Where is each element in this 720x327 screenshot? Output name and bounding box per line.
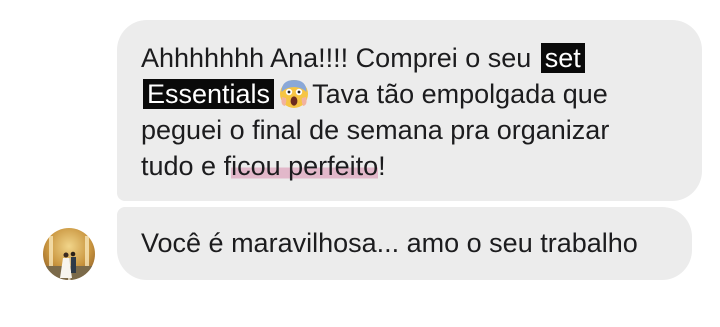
message-bubble-1[interactable]: Ahhhhhhh Ana!!!! Comprei o seu set Essen…	[117, 20, 702, 201]
message-line-3: peguei o final de semana pra organizar	[141, 115, 610, 145]
message-line-1: Ahhhhhhh Ana!!!! Comprei o seu set	[141, 40, 680, 76]
message-text: tudo e f	[141, 151, 232, 181]
message-line-2: Essentials Tava tão empolgada que	[141, 76, 680, 112]
message-bubble-2[interactable]: Você é maravilhosa... amo o seu trabalho	[117, 207, 692, 280]
message-text: Ahhhhhhh Ana!!!! Comprei o seu	[141, 43, 532, 73]
message-text: Você é maravilhosa... amo o seu trabalho	[141, 228, 638, 258]
message-line-4: tudo e ficou perfeito!	[141, 148, 680, 184]
message-text: !	[378, 151, 386, 181]
redacted-text: Essentials	[143, 79, 275, 109]
highlighted-text: icou perfeito	[231, 151, 379, 181]
redacted-text: set	[540, 43, 585, 73]
message-text: Tava tão empolgada que	[312, 79, 608, 109]
wedding-photo-avatar[interactable]	[43, 228, 95, 280]
